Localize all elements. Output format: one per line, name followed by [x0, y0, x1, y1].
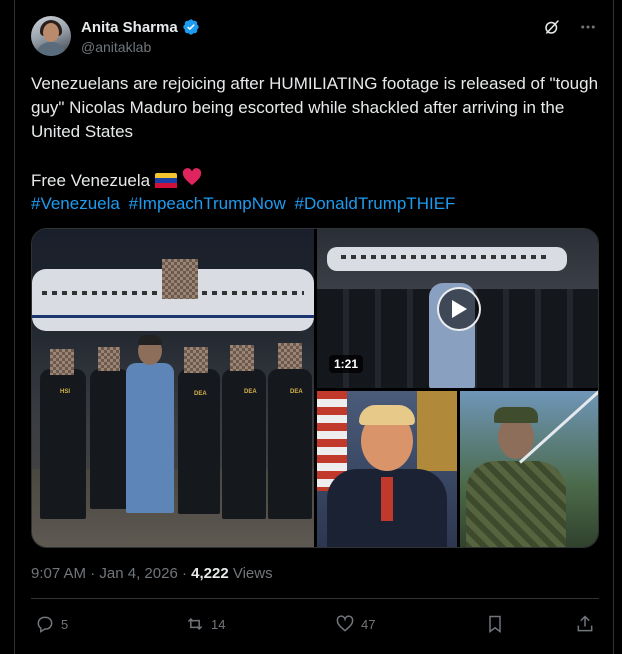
divider [31, 598, 599, 599]
author-name-row: Anita Sharma [81, 18, 200, 36]
reply-icon [37, 616, 53, 633]
tweet-line-free-venezuela: Free Venezuela [31, 168, 202, 193]
tweet-body: Venezuelans are rejoicing after HUMILIAT… [31, 74, 599, 141]
trump-hair [359, 405, 415, 425]
meta-separator: · [181, 565, 192, 582]
share-button[interactable] [575, 614, 595, 634]
repost-icon [187, 617, 203, 631]
maduro-hair [138, 335, 162, 345]
dea-badge: DEA [194, 391, 207, 397]
views-label: Views [232, 565, 273, 582]
photo-trump[interactable] [317, 391, 457, 547]
trump-tie [381, 477, 393, 521]
action-bar: 5 14 47 [35, 614, 595, 634]
blurred-face [278, 343, 302, 369]
blurred-face-top [162, 259, 198, 299]
avatar-body [36, 42, 66, 56]
video-thumbnail[interactable]: 1:21 [317, 229, 598, 388]
video-plane-windows [341, 255, 551, 259]
hashtag-donaldtrumpthief[interactable]: #DonaldTrumpTHIEF [295, 194, 456, 213]
gold-curtain [417, 391, 457, 471]
like-button[interactable]: 47 [335, 614, 455, 634]
play-button[interactable] [437, 287, 481, 331]
venezuela-flag-icon [155, 172, 178, 189]
display-name[interactable]: Anita Sharma [81, 19, 178, 36]
red-heart-icon [182, 168, 202, 193]
agent-figure [90, 369, 130, 509]
blurred-face [230, 345, 254, 371]
tweet-card: Anita Sharma @anitaklab Venezuelans are … [14, 0, 614, 654]
author-handle[interactable]: @anitaklab [81, 39, 151, 55]
meta-separator: · [90, 565, 100, 582]
video-duration: 1:21 [329, 355, 364, 373]
repost-count: 14 [211, 616, 226, 632]
hashtag-impeachtrumpnow[interactable]: #ImpeachTrumpNow [129, 194, 286, 213]
maduro-figure [126, 363, 174, 513]
photo-escort-plane[interactable]: HSI DEA DEA DEA [32, 229, 314, 547]
video-plane [327, 247, 567, 271]
bookmark-icon [489, 615, 501, 633]
blurred-face [184, 347, 208, 373]
media-grid: HSI DEA DEA DEA 1:21 [31, 228, 599, 548]
views-count: 4,222 [191, 565, 229, 582]
maduro-cap [494, 407, 538, 423]
dea-badge: DEA [290, 389, 303, 395]
avatar[interactable] [31, 16, 71, 56]
reply-count: 5 [61, 616, 69, 632]
plane-stripe [32, 315, 314, 318]
heart-outline-icon [336, 615, 354, 632]
bookmark-button[interactable] [485, 614, 545, 634]
more-options-icon[interactable] [579, 18, 597, 36]
reply-button[interactable]: 5 [35, 614, 155, 634]
verified-badge-icon [182, 18, 200, 36]
share-icon [577, 615, 593, 632]
tweet-meta: 9:07 AM · Jan 4, 2026 · 4,222 Views [31, 565, 273, 582]
hsi-badge: HSI [60, 389, 71, 395]
repost-button[interactable]: 14 [185, 614, 305, 634]
hashtags: #Venezuela #ImpeachTrumpNow #DonaldTrump… [31, 192, 459, 216]
tweet-date[interactable]: Jan 4, 2026 [99, 565, 177, 582]
blurred-face [98, 347, 120, 371]
photo-maduro-sword[interactable] [460, 387, 598, 547]
grok-icon[interactable] [543, 18, 561, 36]
avatar-face [43, 23, 59, 42]
play-icon [452, 300, 467, 318]
blurred-face [50, 349, 74, 375]
maduro-uniform [466, 461, 566, 547]
free-venezuela-text: Free Venezuela [31, 170, 151, 190]
top-icons [543, 18, 597, 36]
hashtag-venezuela[interactable]: #Venezuela [31, 194, 120, 213]
like-count: 47 [361, 616, 376, 632]
tweet-time[interactable]: 9:07 AM [31, 565, 86, 582]
dea-badge: DEA [244, 389, 257, 395]
